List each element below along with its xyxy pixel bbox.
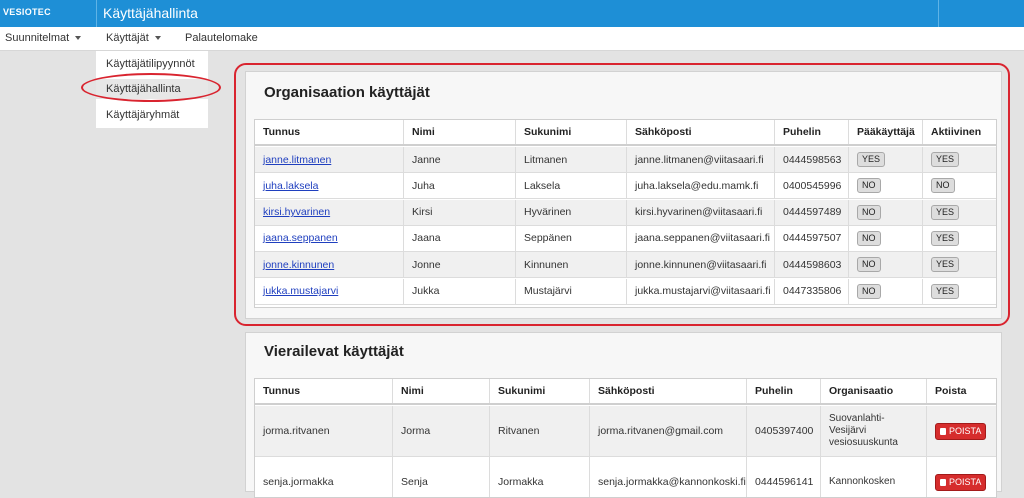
- menu-bar: Suunnitelmat Käyttäjät Palautelomake: [0, 27, 1024, 51]
- top-bar: VESIOTEC Käyttäjähallinta: [0, 0, 1024, 27]
- table-row: senja.jormakka Senja Jormakka senja.jormakk…: [255, 457, 996, 497]
- table-cell: jorma.ritvanen: [255, 406, 392, 456]
- organisation-text: Suovanlahti-Vesijärvi vesiosuuskunta: [829, 413, 898, 448]
- annotation-oval: [81, 73, 221, 102]
- menu-label: Suunnitelmat: [5, 32, 70, 44]
- cell-text: 0444596141: [755, 476, 814, 488]
- menu-suunnitelmat[interactable]: Suunnitelmat: [5, 27, 82, 50]
- table-cell: Jorma: [392, 406, 489, 456]
- dropdown-item-kayttajatilipyynnot[interactable]: Käyttäjätilipyynnöt: [106, 54, 195, 74]
- topbar-divider: [938, 0, 939, 27]
- annotation-frame: [234, 63, 1010, 326]
- table-cell: Suovanlahti-Vesijärvi vesiosuuskunta: [820, 406, 926, 456]
- cell-text: senja.jormakka: [263, 476, 334, 488]
- column-header: Nimi: [392, 379, 489, 403]
- delete-button[interactable]: POISTA: [935, 473, 987, 491]
- table-cell: Ritvanen: [489, 406, 589, 456]
- menu-label: Käyttäjät: [106, 32, 149, 44]
- table-cell: senja.jormakka: [255, 457, 392, 497]
- trash-icon: [940, 427, 946, 435]
- cell-text: jorma.ritvanen: [263, 425, 330, 437]
- cell-text: senja.jormakka@kannonkoski.fi: [598, 476, 746, 488]
- delete-button[interactable]: POISTA: [935, 422, 987, 440]
- table-header: Tunnus Nimi Sukunimi Sähköposti Puhelin …: [255, 379, 996, 405]
- table-cell: POISTA: [926, 406, 996, 456]
- table-row: jorma.ritvanen Jorma Ritvanen jorma.ritvane…: [255, 406, 996, 457]
- menu-palautelomake[interactable]: Palautelomake: [185, 27, 258, 50]
- column-header: Poista: [926, 379, 996, 403]
- column-header: Organisaatio: [820, 379, 926, 403]
- trash-icon: [940, 478, 946, 486]
- delete-label: POISTA: [949, 425, 982, 436]
- column-header: Tunnus: [263, 385, 301, 397]
- column-header: Sukunimi: [489, 379, 589, 403]
- column-header: Puhelin: [746, 379, 820, 403]
- table-cell: Kannonkosken: [820, 457, 926, 497]
- table-cell: senja.jormakka@kannonkoski.fi: [589, 457, 746, 497]
- cell-text: Senja: [401, 476, 428, 488]
- page-title: Käyttäjähallinta: [103, 5, 198, 21]
- menu-label: Palautelomake: [185, 32, 258, 44]
- table-cell: POISTA: [926, 457, 996, 497]
- topbar-divider: [96, 0, 97, 27]
- delete-label: POISTA: [949, 476, 982, 487]
- organisation-text: Kannonkosken: [829, 476, 896, 487]
- visiting-users-table: Tunnus Nimi Sukunimi Sähköposti Puhelin …: [254, 378, 997, 498]
- table-cell: Jormakka: [489, 457, 589, 497]
- menu-kayttajat[interactable]: Käyttäjät: [106, 27, 161, 50]
- table-cell: 0405397400: [746, 406, 820, 456]
- column-header: Sähköposti: [589, 379, 746, 403]
- cell-text: 0405397400: [755, 425, 814, 437]
- table-cell: jorma.ritvanen@gmail.com: [589, 406, 746, 456]
- cell-text: Jormakka: [498, 476, 544, 488]
- cell-text: jorma.ritvanen@gmail.com: [598, 425, 724, 437]
- table-cell: 0444596141: [746, 457, 820, 497]
- caret-down-icon: [75, 36, 82, 41]
- visiting-users-title: Vierailevat käyttäjät: [264, 343, 404, 360]
- dropdown-item-kayttajaryhmat[interactable]: Käyttäjäryhmät: [106, 105, 179, 125]
- visiting-users-panel: Vierailevat käyttäjät Tunnus Nimi Sukuni…: [245, 332, 1002, 498]
- caret-down-icon: [154, 36, 161, 41]
- cell-text: Jorma: [401, 425, 431, 437]
- brand-logo[interactable]: VESIOTEC: [0, 0, 96, 27]
- cell-text: Ritvanen: [498, 425, 540, 437]
- table-cell: Senja: [392, 457, 489, 497]
